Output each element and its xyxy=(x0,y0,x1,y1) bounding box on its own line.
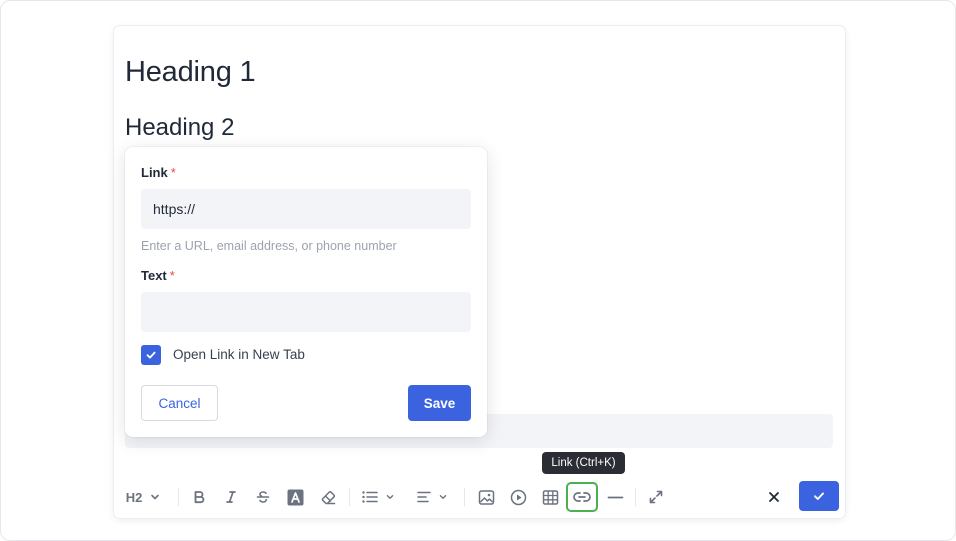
chevron-down-icon xyxy=(439,495,446,499)
link-text-input[interactable] xyxy=(141,292,471,332)
text-required-mark: * xyxy=(169,268,175,283)
heading-1-text[interactable]: Heading 1 xyxy=(125,56,256,89)
link-hint: Enter a URL, email address, or phone num… xyxy=(141,239,397,253)
app-frame: Heading 1 Heading 2 Link* Enter a URL, e… xyxy=(0,0,956,541)
insert-link-button[interactable] xyxy=(566,482,598,512)
bold-icon xyxy=(194,491,205,504)
bold-button[interactable] xyxy=(188,483,210,511)
text-label: Text * xyxy=(141,268,175,283)
clear-format-button[interactable] xyxy=(316,483,340,511)
insert-table-button[interactable] xyxy=(539,483,561,511)
expand-icon xyxy=(649,490,663,504)
strikethrough-icon xyxy=(256,491,270,503)
align-left-icon xyxy=(416,491,431,503)
fullscreen-button[interactable] xyxy=(645,483,667,511)
checkmark-icon xyxy=(146,351,156,359)
horizontal-rule-button[interactable] xyxy=(604,483,626,511)
align-dropdown[interactable] xyxy=(412,483,452,511)
horizontal-rule-icon xyxy=(607,496,623,498)
chevron-down-icon xyxy=(151,494,160,500)
insert-image-button[interactable] xyxy=(475,483,497,511)
toolbar-divider xyxy=(349,488,350,506)
link-icon xyxy=(573,492,591,502)
italic-button[interactable] xyxy=(220,483,242,511)
confirm-button[interactable] xyxy=(799,481,839,511)
close-icon xyxy=(769,492,779,502)
heading-dropdown[interactable]: H2 xyxy=(124,483,164,511)
text-label-text: Text xyxy=(141,268,167,283)
close-button[interactable] xyxy=(762,483,786,511)
heading-level-value: H2 xyxy=(125,489,143,505)
link-tooltip: Link (Ctrl+K) xyxy=(542,452,625,474)
text-color-icon xyxy=(287,489,303,505)
save-button[interactable]: Save xyxy=(408,385,471,421)
open-new-tab-checkbox[interactable] xyxy=(141,345,161,365)
editor-toolbar: H2 xyxy=(114,481,845,513)
italic-icon xyxy=(226,491,236,503)
table-icon xyxy=(542,489,558,505)
toolbar-divider xyxy=(464,488,465,506)
list-dropdown[interactable] xyxy=(358,483,398,511)
checkmark-icon xyxy=(814,492,824,500)
link-url-input[interactable] xyxy=(141,189,471,229)
cancel-button[interactable]: Cancel xyxy=(141,385,218,421)
heading-2-text[interactable]: Heading 2 xyxy=(125,114,234,142)
rich-text-editor: Heading 1 Heading 2 Link* Enter a URL, e… xyxy=(114,26,845,518)
text-color-button[interactable] xyxy=(284,483,306,511)
strikethrough-button[interactable] xyxy=(252,483,274,511)
open-new-tab-label[interactable]: Open Link in New Tab xyxy=(173,347,305,362)
eraser-icon xyxy=(321,490,335,504)
insert-video-button[interactable] xyxy=(507,483,529,511)
link-required-mark: * xyxy=(170,165,176,180)
toolbar-divider xyxy=(635,488,636,506)
bulleted-list-icon xyxy=(361,491,378,503)
link-popover: Link* Enter a URL, email address, or pho… xyxy=(125,147,487,437)
image-icon xyxy=(478,489,494,505)
link-label: Link * xyxy=(141,165,176,180)
link-label-text: Link xyxy=(141,165,168,180)
chevron-down-icon xyxy=(386,495,393,499)
play-circle-icon xyxy=(510,489,526,505)
toolbar-divider xyxy=(178,488,179,506)
